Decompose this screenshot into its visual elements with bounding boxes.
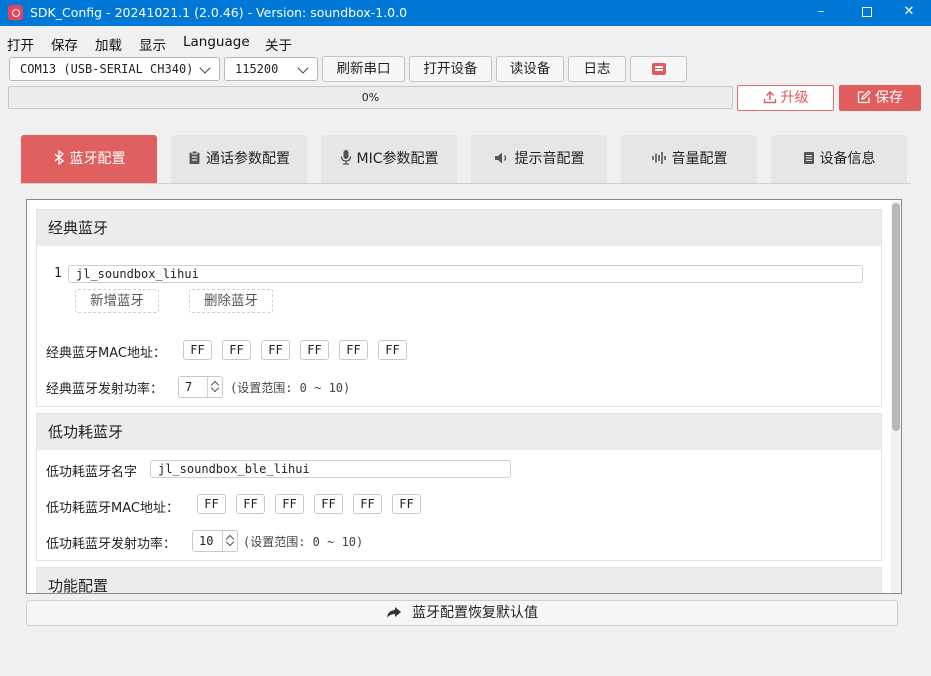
tab-label: MIC参数配置 [356, 151, 439, 167]
classic-power-spinbox[interactable]: 7 [178, 376, 223, 398]
menu-open[interactable]: 打开 [7, 34, 34, 54]
open-device-button[interactable]: 打开设备 [409, 56, 492, 82]
save-label: 保存 [875, 90, 903, 106]
app-logo-icon [8, 5, 23, 20]
mac-byte-field[interactable]: FF [183, 340, 212, 360]
ble-name-label: 低功耗蓝牙名字 [46, 465, 138, 480]
menu-bar: 打开 保存 加载 显示 Language 关于 [0, 28, 931, 54]
microphone-icon [340, 150, 351, 165]
read-device-button[interactable]: 读设备 [496, 56, 564, 82]
hex-tool-button[interactable] [630, 56, 687, 82]
classic-bt-title: 经典蓝牙 [37, 210, 881, 246]
tab-mic-params[interactable]: MIC参数配置 [321, 135, 457, 183]
tab-label: 提示音配置 [514, 151, 585, 167]
ble-power-value: 10 [199, 534, 214, 548]
maximize-button[interactable] [844, 0, 890, 26]
tab-label: 蓝牙配置 [69, 151, 126, 167]
mac-byte-field[interactable]: FF [261, 340, 290, 360]
bluetooth-config-panel: 经典蓝牙 1 jl_soundbox_lihui 新增蓝牙 删除蓝牙 经典蓝牙M… [26, 199, 902, 594]
ble-name-input[interactable]: jl_soundbox_ble_lihui [150, 460, 511, 478]
classic-power-label: 经典蓝牙发射功率： [46, 382, 164, 397]
serial-port-value: COM13 (USB-SERIAL CH340) [20, 62, 194, 76]
minimize-button[interactable]: – [798, 0, 844, 26]
baud-rate-select[interactable]: 115200 [224, 57, 318, 81]
chevron-down-icon [199, 62, 211, 74]
mac-byte-field[interactable]: FF [275, 494, 304, 514]
window-title: SDK_Config - 20241021.1 (2.0.46) - Versi… [30, 5, 408, 20]
restore-defaults-button[interactable]: 蓝牙配置恢复默认值 [26, 600, 898, 626]
mac-byte-field[interactable]: FF [339, 340, 368, 360]
bt-name-index: 1 [54, 266, 62, 281]
classic-bt-section: 经典蓝牙 1 jl_soundbox_lihui 新增蓝牙 删除蓝牙 经典蓝牙M… [36, 209, 882, 407]
progress-text: 0% [361, 91, 380, 104]
menu-about[interactable]: 关于 [265, 34, 292, 54]
delete-bt-button[interactable]: 删除蓝牙 [189, 289, 273, 313]
sound-wave-icon [651, 152, 666, 164]
classic-mac-label: 经典蓝牙MAC地址： [46, 346, 166, 361]
share-arrow-icon [387, 607, 401, 618]
baud-rate-value: 115200 [235, 62, 279, 76]
classic-power-range: (设置范围: 0 ~ 10) [230, 381, 351, 395]
tab-call-params[interactable]: 通话参数配置 [171, 135, 307, 183]
progress-bar: 0% [8, 86, 733, 109]
mac-byte-field[interactable]: FF [314, 494, 343, 514]
mac-byte-field[interactable]: FF [392, 494, 421, 514]
mac-byte-field[interactable]: FF [236, 494, 265, 514]
tab-label: 设备信息 [819, 151, 876, 167]
tab-prompt-tone[interactable]: 提示音配置 [471, 135, 607, 183]
upgrade-button[interactable]: 升级 [737, 85, 834, 111]
classic-bt-name-input[interactable]: jl_soundbox_lihui [68, 265, 863, 283]
menu-language[interactable]: Language [183, 34, 250, 50]
mac-byte-field[interactable]: FF [197, 494, 226, 514]
hex-icon [651, 63, 666, 75]
menu-load[interactable]: 加载 [95, 34, 122, 54]
save-button[interactable]: 保存 [839, 85, 921, 111]
function-config-title: 功能配置 [37, 568, 881, 593]
tab-device-info[interactable]: 设备信息 [771, 135, 907, 183]
function-config-section: 功能配置 [36, 567, 882, 593]
speaker-icon [494, 152, 506, 164]
clipboard-icon [189, 150, 200, 164]
spin-arrows-icon[interactable] [222, 531, 237, 551]
close-button[interactable]: ✕ [886, 0, 931, 26]
tab-label: 音量配置 [671, 151, 728, 167]
mac-byte-field[interactable]: FF [222, 340, 251, 360]
chevron-down-icon [297, 62, 309, 74]
ble-power-label: 低功耗蓝牙发射功率： [46, 537, 177, 552]
mac-byte-field[interactable]: FF [378, 340, 407, 360]
bluetooth-icon [54, 150, 64, 165]
serial-port-select[interactable]: COM13 (USB-SERIAL CH340) [9, 57, 220, 81]
ble-power-range: (设置范围: 0 ~ 10) [243, 535, 364, 549]
mac-byte-field[interactable]: FF [300, 340, 329, 360]
tab-divider [20, 183, 911, 184]
tab-bluetooth[interactable]: 蓝牙配置 [21, 135, 157, 183]
ble-mac-label: 低功耗蓝牙MAC地址： [46, 501, 179, 516]
ble-title: 低功耗蓝牙 [37, 414, 881, 450]
ble-power-spinbox[interactable]: 10 [192, 530, 238, 552]
restore-label: 蓝牙配置恢复默认值 [412, 605, 538, 621]
scrollbar-thumb[interactable] [892, 203, 900, 431]
title-bar: SDK_Config - 20241021.1 (2.0.46) - Versi… [0, 0, 931, 26]
upgrade-label: 升级 [780, 90, 809, 106]
document-icon [803, 152, 814, 164]
maximize-icon [862, 6, 872, 17]
menu-save[interactable]: 保存 [51, 34, 78, 54]
upload-icon [763, 91, 776, 104]
log-button[interactable]: 日志 [568, 56, 626, 82]
panel-scrollbar[interactable] [891, 201, 901, 593]
tab-label: 通话参数配置 [206, 151, 290, 167]
add-bt-button[interactable]: 新增蓝牙 [75, 289, 159, 313]
tab-volume[interactable]: 音量配置 [621, 135, 757, 183]
edit-icon [857, 90, 871, 104]
refresh-port-button[interactable]: 刷新串口 [322, 56, 405, 82]
menu-display[interactable]: 显示 [139, 34, 166, 54]
mac-byte-field[interactable]: FF [353, 494, 382, 514]
spin-arrows-icon[interactable] [207, 377, 222, 397]
classic-power-value: 7 [185, 380, 193, 394]
ble-section: 低功耗蓝牙 低功耗蓝牙名字 jl_soundbox_ble_lihui 低功耗蓝… [36, 413, 882, 561]
